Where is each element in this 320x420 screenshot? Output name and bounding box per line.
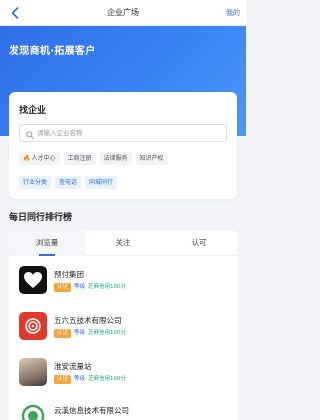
- ranking-panel: 浏览量 关注 认可 预付集团 认证 等级 芝麻信用100分 五六五技术有限公司 …: [9, 230, 237, 420]
- tab-label: 浏览量: [35, 238, 59, 247]
- credit-badge: 芝麻信用100分: [88, 376, 127, 382]
- tab-views[interactable]: 浏览量: [9, 230, 85, 256]
- chip-industry-category[interactable]: 行业分类: [19, 176, 52, 189]
- company-logo-ring: [19, 402, 47, 420]
- chip-legal-service[interactable]: 法律服务: [99, 152, 132, 165]
- level-badge: 等级: [74, 376, 86, 382]
- chip-phone-lookup[interactable]: 查电话: [55, 176, 82, 189]
- company-logo-photo: [19, 358, 47, 386]
- search-icon: [26, 124, 34, 143]
- ranking-tabs: 浏览量 关注 认可: [9, 230, 237, 256]
- active-tab-indicator: [39, 254, 55, 256]
- verified-badge: 认证: [54, 329, 72, 338]
- fire-icon: 🔥: [23, 155, 31, 162]
- credit-badge: 芝麻信用100分: [88, 330, 127, 336]
- find-company-title: 找企业: [19, 106, 47, 116]
- company-logo-heart: [19, 266, 47, 294]
- list-item[interactable]: 五六五技术有限公司 认证 等级 芝麻信用100分: [9, 310, 237, 350]
- credit-badge: 芝麻信用100分: [88, 284, 127, 290]
- tab-follow[interactable]: 关注: [85, 230, 161, 256]
- verified-badge: 认证: [54, 375, 72, 384]
- chip-business-registration[interactable]: 工商注册: [63, 152, 96, 165]
- list-item[interactable]: 预付集团 认证 等级 芝麻信用100分: [9, 264, 237, 304]
- company-badges: 认证 等级 芝麻信用100分: [54, 375, 126, 384]
- find-company-card: 找企业 🔥人才中心 工商注册 法律服务 知识产权 行业分类 查电话 同城同行: [9, 92, 237, 199]
- service-chips: 🔥人才中心 工商注册 法律服务 知识产权: [19, 152, 168, 165]
- level-badge: 等级: [74, 330, 86, 336]
- company-badges: 认证 等级 芝麻信用100分: [54, 329, 126, 338]
- ranking-title: 每日同行排行榜: [9, 213, 73, 223]
- company-badges: 认证 等级 芝麻信用100分: [54, 283, 126, 292]
- top-nav-bar: 企业广场 我的: [0, 0, 246, 26]
- company-name: 淮安流量站: [54, 362, 92, 371]
- list-item[interactable]: 云溪信息技术有限公司: [9, 400, 237, 420]
- company-name: 预付集团: [54, 270, 84, 279]
- level-badge: 等级: [74, 284, 86, 290]
- list-item[interactable]: 淮安流量站 认证 等级 芝麻信用100分: [9, 356, 237, 396]
- company-name: 云溪信息技术有限公司: [54, 406, 129, 415]
- verified-badge: 认证: [54, 283, 72, 292]
- mine-link[interactable]: 我的: [226, 8, 240, 18]
- chip-label: 人才中心: [31, 155, 56, 162]
- company-search-box[interactable]: [19, 124, 227, 142]
- chip-talent-center[interactable]: 🔥人才中心: [19, 152, 60, 165]
- company-search-input[interactable]: [37, 129, 217, 137]
- hero-slogan: 发现商机·拓展客户: [9, 46, 96, 57]
- company-logo-spiral: [19, 312, 47, 340]
- quick-link-chips: 行业分类 查电话 同城同行: [19, 176, 118, 189]
- chip-intellectual-property[interactable]: 知识产权: [135, 152, 168, 165]
- page-title: 企业广场: [107, 8, 139, 17]
- company-name: 五六五技术有限公司: [54, 316, 122, 325]
- tab-approve[interactable]: 认可: [161, 230, 237, 256]
- back-arrow-icon[interactable]: [8, 5, 22, 21]
- chip-same-city-peers[interactable]: 同城同行: [85, 176, 118, 189]
